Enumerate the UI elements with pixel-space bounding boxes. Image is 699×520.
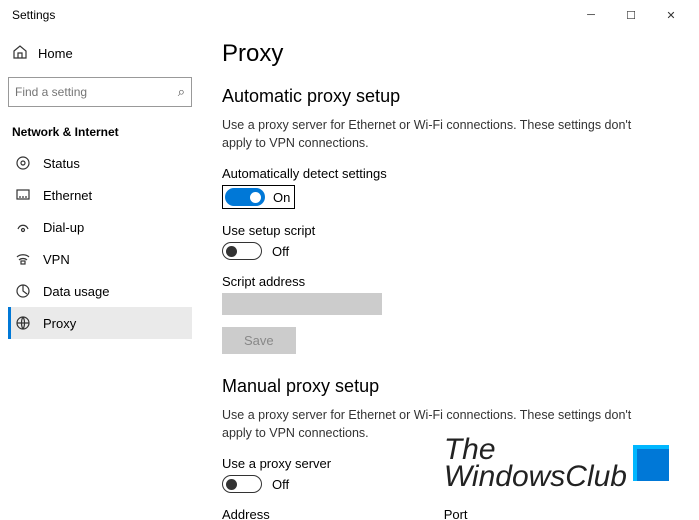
sidebar-item-dialup[interactable]: Dial-up <box>8 211 192 243</box>
nav-label: Dial-up <box>43 220 84 235</box>
close-button[interactable]: ✕ <box>651 0 691 30</box>
manual-section-header: Manual proxy setup <box>222 376 669 397</box>
sidebar-item-datausage[interactable]: Data usage <box>8 275 192 307</box>
script-address-input[interactable] <box>222 293 382 315</box>
nav-label: Ethernet <box>43 188 92 203</box>
home-nav[interactable]: Home <box>8 38 192 69</box>
maximize-button[interactable]: ☐ <box>611 0 651 30</box>
page-title: Proxy <box>222 40 669 68</box>
use-proxy-state: Off <box>272 477 289 492</box>
manual-desc: Use a proxy server for Ethernet or Wi-Fi… <box>222 407 632 442</box>
port-label: Port <box>444 507 468 520</box>
nav-label: Proxy <box>43 316 76 331</box>
setup-script-toggle[interactable] <box>222 242 262 260</box>
auto-desc: Use a proxy server for Ethernet or Wi-Fi… <box>222 117 632 152</box>
main-content: Proxy Automatic proxy setup Use a proxy … <box>200 30 699 520</box>
home-label: Home <box>38 46 73 61</box>
nav-label: Status <box>43 156 80 171</box>
proxy-icon <box>15 315 31 331</box>
use-proxy-label: Use a proxy server <box>222 456 669 471</box>
address-label: Address <box>222 507 270 520</box>
script-address-label: Script address <box>222 274 669 289</box>
auto-detect-highlight: On <box>222 185 295 209</box>
nav-label: Data usage <box>43 284 110 299</box>
auto-detect-toggle[interactable] <box>225 188 265 206</box>
nav-label: VPN <box>43 252 70 267</box>
titlebar: Settings ─ ☐ ✕ <box>0 0 699 30</box>
dialup-icon <box>15 219 31 235</box>
auto-section-header: Automatic proxy setup <box>222 86 669 107</box>
minimize-button[interactable]: ─ <box>571 0 611 30</box>
sidebar-item-status[interactable]: Status <box>8 147 192 179</box>
auto-detect-label: Automatically detect settings <box>222 166 669 181</box>
search-box[interactable]: ⌕ <box>8 77 192 107</box>
sidebar-item-ethernet[interactable]: Ethernet <box>8 179 192 211</box>
window-title: Settings <box>8 8 55 22</box>
home-icon <box>12 44 28 63</box>
window-controls: ─ ☐ ✕ <box>571 0 691 30</box>
setup-script-state: Off <box>272 244 289 259</box>
ethernet-icon <box>15 187 31 203</box>
sidebar-item-proxy[interactable]: Proxy <box>8 307 192 339</box>
auto-detect-state: On <box>273 190 290 205</box>
section-header: Network & Internet <box>8 115 192 147</box>
sidebar: Home ⌕ Network & Internet Status Etherne… <box>0 30 200 520</box>
use-proxy-toggle[interactable] <box>222 475 262 493</box>
vpn-icon <box>15 251 31 267</box>
search-icon: ⌕ <box>178 84 185 100</box>
setup-script-label: Use setup script <box>222 223 669 238</box>
sidebar-item-vpn[interactable]: VPN <box>8 243 192 275</box>
save-button[interactable]: Save <box>222 327 296 354</box>
search-input[interactable] <box>15 85 178 99</box>
status-icon <box>15 155 31 171</box>
data-usage-icon <box>15 283 31 299</box>
